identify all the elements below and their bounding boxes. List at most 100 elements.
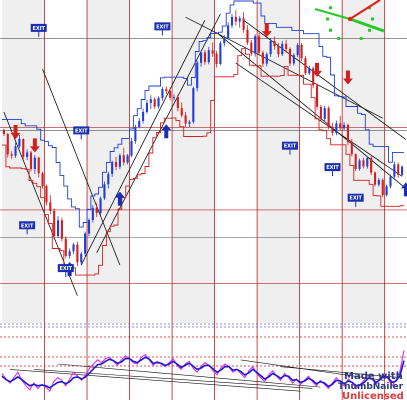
candle-body: [401, 166, 404, 175]
candle-body: [230, 16, 234, 26]
candle-body: [354, 154, 357, 169]
candle-body: [10, 154, 13, 156]
candle-body: [265, 54, 268, 64]
candle-body: [285, 43, 288, 50]
candle-body: [41, 173, 44, 187]
candle-body: [250, 42, 253, 54]
candle-body: [331, 127, 334, 133]
candle-body: [261, 52, 264, 64]
exit-label-text: EXIT: [21, 223, 34, 229]
candle-body: [366, 157, 369, 167]
candle-body: [142, 112, 145, 121]
clock-tick: [326, 17, 329, 21]
candle-body: [72, 244, 75, 252]
candle-body: [215, 53, 218, 64]
candle-body: [207, 50, 210, 63]
candle-body: [219, 43, 222, 64]
candle-body: [238, 18, 241, 22]
candle-body: [203, 52, 206, 63]
candle-body: [319, 106, 322, 119]
candle-body: [335, 123, 338, 133]
candle-body: [161, 89, 164, 98]
candle-body: [18, 138, 21, 147]
candle-body: [315, 85, 319, 107]
candle-body: [381, 179, 384, 195]
candle-body: [196, 62, 199, 89]
candle-body: [45, 186, 48, 203]
candle-body: [29, 152, 33, 169]
candle-body: [60, 220, 63, 239]
candle-body: [292, 55, 295, 64]
candle-body: [339, 123, 342, 129]
candle-body: [211, 50, 214, 54]
candle-body: [350, 142, 353, 155]
clock-tick: [329, 28, 333, 32]
candle-body: [80, 253, 83, 263]
clock-tick: [329, 6, 333, 10]
candle-body: [169, 91, 172, 98]
watermark-line-1: Made with: [344, 371, 403, 382]
candle-body: [184, 115, 187, 124]
candle-body: [304, 58, 307, 74]
exit-label-text: EXIT: [284, 144, 297, 150]
clock-tick: [337, 36, 341, 40]
candle-body: [180, 108, 183, 116]
candle-body: [49, 202, 52, 211]
candle-body: [389, 176, 392, 187]
candle-body: [370, 157, 373, 173]
candle-body: [53, 210, 56, 236]
candle-body: [130, 141, 133, 156]
candle-body: [227, 25, 230, 38]
candle-body: [153, 99, 156, 107]
candle-body: [200, 52, 203, 63]
candle-body: [26, 152, 29, 158]
candle-body: [188, 121, 191, 124]
candle-body: [234, 16, 237, 22]
exit-label-text: EXIT: [75, 128, 88, 134]
candle-body: [122, 155, 125, 163]
candle-body: [87, 220, 91, 234]
candle-body: [33, 157, 36, 169]
candle-body: [84, 233, 87, 254]
chart-canvas: EXIT EXIT EXIT EXIT EXIT EXIT EXIT EXIT Made wi…: [0, 0, 407, 400]
candle-body: [358, 160, 361, 169]
candle-body: [114, 161, 118, 167]
candle-body: [68, 251, 71, 256]
watermark-line-3: Unlicensed: [342, 391, 404, 400]
exit-label-text: EXIT: [326, 165, 339, 171]
candle-body: [172, 97, 176, 99]
candle-body: [242, 18, 245, 30]
candle-body: [14, 146, 17, 156]
clock-tick: [367, 28, 371, 32]
session-shade: [172, 0, 215, 323]
clock-tick: [371, 17, 374, 21]
candle-body: [37, 157, 40, 174]
candle-body: [246, 29, 249, 43]
candle-body: [149, 99, 152, 103]
candle-body: [103, 184, 106, 199]
candle-body: [327, 108, 330, 128]
candle-body: [323, 108, 326, 119]
candle-body: [281, 43, 284, 55]
candle-body: [99, 198, 102, 214]
exit-label-text: EXIT: [60, 266, 73, 272]
candle-body: [296, 45, 299, 56]
candle-body: [91, 207, 94, 221]
candle-body: [76, 244, 79, 263]
candle-body: [269, 41, 272, 55]
candle-body: [95, 207, 98, 214]
candle-body: [134, 127, 137, 142]
candle-body: [362, 160, 365, 167]
watermark: Made with ThumbNailer Unlicensed: [338, 371, 404, 400]
candle-body: [2, 130, 5, 135]
candle-body: [273, 41, 276, 46]
candle-body: [6, 134, 9, 155]
candle-body: [254, 36, 257, 54]
candle-body: [138, 120, 141, 128]
candle-body: [393, 164, 396, 177]
candle-body: [22, 138, 25, 158]
candle-body: [308, 68, 311, 74]
candle-body: [343, 124, 346, 129]
candle-body: [118, 155, 121, 167]
candle-body: [288, 49, 292, 64]
